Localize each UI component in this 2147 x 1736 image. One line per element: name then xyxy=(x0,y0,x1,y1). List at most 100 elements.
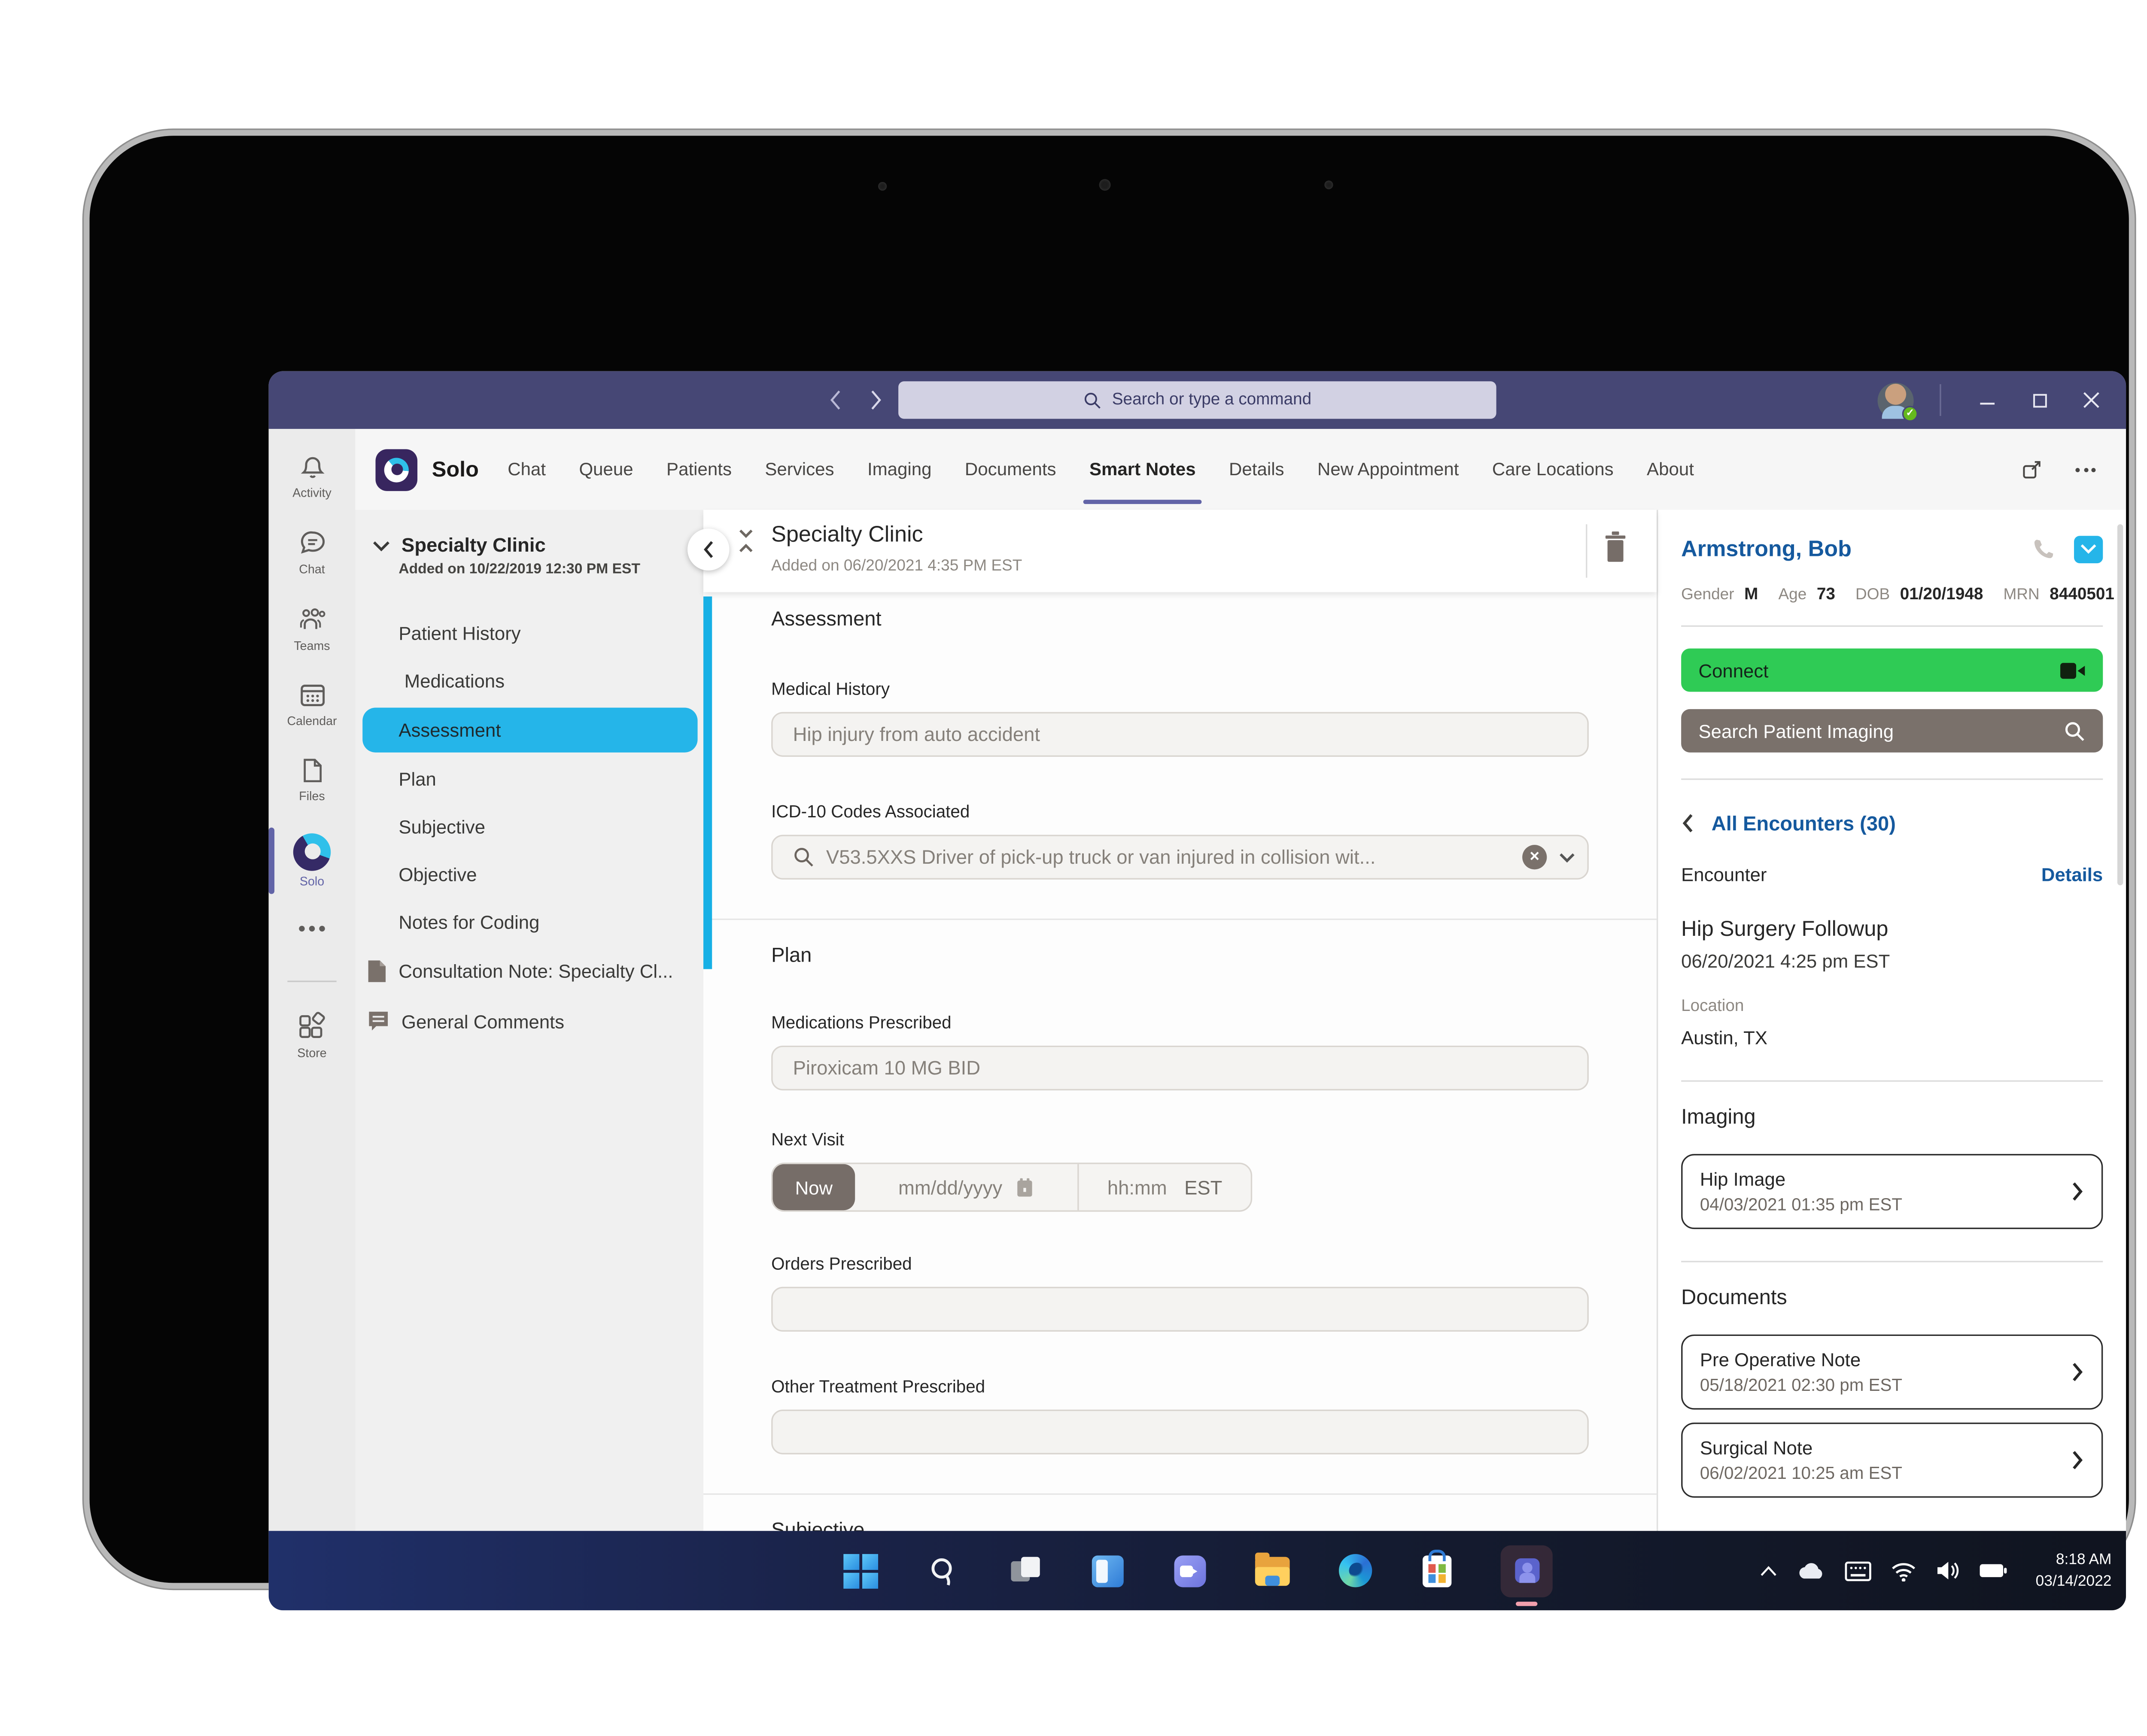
imaging-card-hip-image[interactable]: Hip Image 04/03/2021 01:35 pm EST xyxy=(1681,1154,2103,1229)
outline-item-subjective[interactable]: Subjective xyxy=(355,803,703,851)
teams-chat-icon[interactable] xyxy=(1171,1552,1209,1589)
email-icon[interactable] xyxy=(2074,536,2103,564)
document-card-surgical-note[interactable]: Surgical Note 06/02/2021 10:25 am EST xyxy=(1681,1422,2103,1498)
minimize-button[interactable] xyxy=(1967,380,2007,420)
rail-divider xyxy=(287,980,337,982)
more-apps-icon xyxy=(299,926,325,932)
nav-back-button[interactable] xyxy=(823,388,846,412)
orders-prescribed-label: Orders Prescribed xyxy=(771,1253,912,1274)
medical-history-field[interactable]: Hip injury from auto accident xyxy=(771,712,1589,757)
medications-prescribed-field[interactable]: Piroxicam 10 MG BID xyxy=(771,1045,1589,1091)
tab-details[interactable]: Details xyxy=(1229,429,1284,510)
start-button-icon[interactable] xyxy=(842,1552,879,1589)
outline-item-consultation-note[interactable]: Consultation Note: Specialty Cl... xyxy=(355,946,703,997)
move-down-icon[interactable] xyxy=(738,528,754,539)
encounter-details-link[interactable]: Details xyxy=(2041,864,2103,885)
tab-care-locations[interactable]: Care Locations xyxy=(1492,429,1614,510)
tab-queue[interactable]: Queue xyxy=(579,429,633,510)
encounter-label: Encounter xyxy=(1681,863,1767,886)
rail-item-teams[interactable]: Teams xyxy=(269,605,356,653)
outline-title[interactable]: Specialty Clinic xyxy=(401,534,546,556)
onedrive-cloud-icon[interactable] xyxy=(1797,1561,1826,1580)
volume-icon[interactable] xyxy=(1936,1560,1961,1581)
other-treatment-field[interactable] xyxy=(771,1409,1589,1454)
patient-name[interactable]: Armstrong, Bob xyxy=(1681,537,2032,563)
collapse-outline-button[interactable] xyxy=(687,528,730,571)
touch-keyboard-icon[interactable] xyxy=(1845,1560,1873,1581)
rail-item-more-apps[interactable] xyxy=(269,926,356,932)
panel-scrollbar[interactable] xyxy=(2117,524,2123,886)
tab-imaging[interactable]: Imaging xyxy=(867,429,932,510)
search-patient-imaging-input[interactable]: Search Patient Imaging xyxy=(1681,709,2103,753)
tab-services[interactable]: Services xyxy=(765,429,834,510)
next-visit-label: Next Visit xyxy=(771,1129,844,1150)
command-search-input[interactable]: Search or type a command xyxy=(898,381,1496,419)
chevron-down-icon[interactable] xyxy=(373,540,390,551)
document-title: Surgical Note xyxy=(1700,1437,1813,1459)
phone-icon[interactable] xyxy=(2032,537,2056,562)
note-scroll-area[interactable]: Assessment Medical History Hip injury fr… xyxy=(703,592,1657,1610)
tab-patients[interactable]: Patients xyxy=(666,429,732,510)
rail-item-store[interactable]: Store xyxy=(269,1011,356,1060)
outline-item-objective[interactable]: Objective xyxy=(355,851,703,898)
outline-item-medications[interactable]: Medications xyxy=(355,657,703,705)
delete-note-icon[interactable] xyxy=(1602,530,1630,565)
calendar-icon[interactable] xyxy=(1016,1176,1034,1198)
next-visit-time-input[interactable]: hh:mm EST xyxy=(1079,1164,1251,1211)
connect-button[interactable]: Connect xyxy=(1681,648,2103,692)
more-options-icon[interactable] xyxy=(2071,455,2100,484)
teams-people-icon xyxy=(296,605,328,636)
tab-smart-notes[interactable]: Smart Notes xyxy=(1083,429,1201,510)
move-up-icon[interactable] xyxy=(738,543,754,553)
document-card-pre-operative-note[interactable]: Pre Operative Note 05/18/2021 02:30 pm E… xyxy=(1681,1334,2103,1410)
tab-about[interactable]: About xyxy=(1647,429,1694,510)
icd10-select-field[interactable]: V53.5XXS Driver of pick-up truck or van … xyxy=(771,835,1589,880)
outline-item-patient-history[interactable]: Patient History xyxy=(355,610,703,657)
outline-item-notes-for-coding[interactable]: Notes for Coding xyxy=(355,898,703,946)
pop-out-icon[interactable] xyxy=(2016,455,2045,484)
outline-item-plan[interactable]: Plan xyxy=(355,756,703,803)
microsoft-store-icon[interactable] xyxy=(1418,1549,1456,1589)
rail-item-chat[interactable]: Chat xyxy=(269,528,356,576)
imaging-title: Hip Image xyxy=(1700,1168,1786,1190)
edge-browser-icon[interactable] xyxy=(1336,1552,1373,1589)
tab-new-appointment[interactable]: New Appointment xyxy=(1317,429,1459,510)
rail-item-files[interactable]: Files xyxy=(269,756,356,803)
now-toggle-button[interactable]: Now xyxy=(772,1164,855,1211)
medical-history-label: Medical History xyxy=(771,679,890,699)
teams-titlebar: Search or type a command ✓ xyxy=(268,371,2126,429)
all-encounters-link[interactable]: All Encounters (30) xyxy=(1681,812,2103,835)
next-visit-date-input[interactable]: mm/dd/yyyy xyxy=(855,1164,1079,1211)
taskbar-clock[interactable]: 8:18 AM 03/14/2022 xyxy=(2036,1550,2112,1591)
close-button[interactable] xyxy=(2071,380,2111,420)
nav-forward-button[interactable] xyxy=(864,388,887,412)
battery-icon[interactable] xyxy=(1979,1563,2008,1578)
bezel-sensor-dot xyxy=(1324,180,1333,189)
tab-chat[interactable]: Chat xyxy=(508,429,546,510)
tab-documents[interactable]: Documents xyxy=(965,429,1056,510)
outline-item-assessment[interactable]: Assessment xyxy=(362,707,698,753)
bezel-camera-dot xyxy=(1099,179,1111,191)
next-visit-control: Now mm/dd/yyyy hh:mm EST xyxy=(771,1162,1253,1212)
document-icon xyxy=(367,959,387,983)
maximize-button[interactable] xyxy=(2019,380,2059,420)
tray-chevron-up-icon[interactable] xyxy=(1760,1565,1779,1576)
file-icon xyxy=(298,756,326,786)
chevron-down-icon[interactable] xyxy=(1558,851,1575,863)
clear-icd-icon[interactable]: ✕ xyxy=(1522,845,1547,870)
wifi-icon[interactable] xyxy=(1891,1560,1917,1581)
outline-item-label: Consultation Note: Specialty Cl... xyxy=(398,960,673,982)
outline-item-general-comments[interactable]: General Comments xyxy=(355,996,703,1045)
widgets-icon[interactable] xyxy=(1089,1552,1126,1589)
rail-item-activity[interactable]: Activity xyxy=(269,452,356,500)
note-added-timestamp: Added on 06/20/2021 4:35 PM EST xyxy=(771,557,1022,575)
rail-item-calendar[interactable]: Calendar xyxy=(269,680,356,728)
solo-app-logo xyxy=(375,448,418,491)
orders-prescribed-field[interactable] xyxy=(771,1287,1589,1332)
file-explorer-icon[interactable] xyxy=(1254,1552,1291,1589)
user-avatar[interactable]: ✓ xyxy=(1877,382,1918,421)
taskbar-search-icon[interactable] xyxy=(924,1552,962,1589)
task-view-icon[interactable] xyxy=(1007,1552,1044,1589)
rail-item-solo[interactable]: Solo xyxy=(268,827,356,894)
teams-app-icon-active[interactable] xyxy=(1500,1545,1553,1597)
